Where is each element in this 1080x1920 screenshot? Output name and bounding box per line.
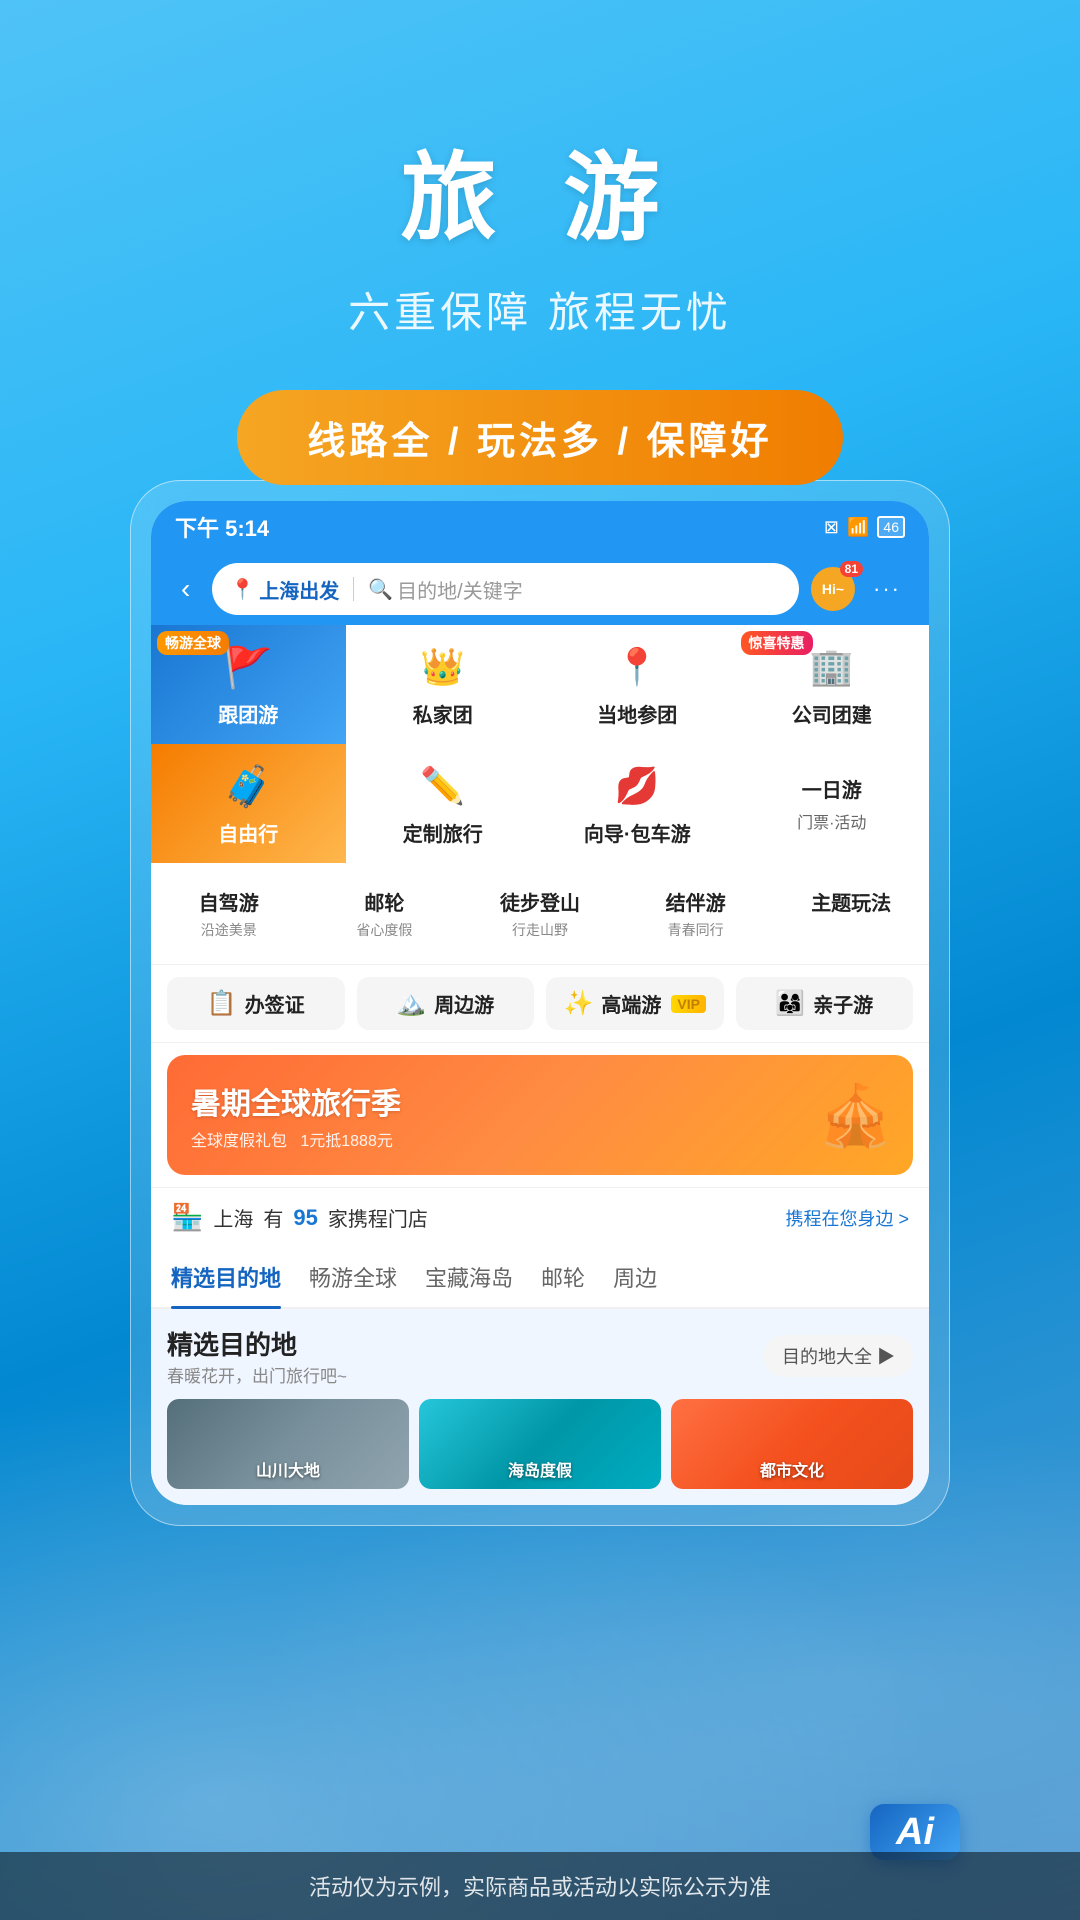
text-menu-row: 自驾游 沿途美景 邮轮 省心度假 徒步登山 行走山野 结伴游 青春同行 主题玩法 xyxy=(151,863,929,965)
menu-item-private-tour[interactable]: 👑 私家团 xyxy=(346,625,541,744)
free-travel-label: 自由行 xyxy=(218,818,278,847)
search-icon: 🔍 xyxy=(368,577,393,602)
quick-categories: 📋 办签证 🏔️ 周边游 ✨ 高端游 VIP 👨‍👩‍👧 亲子游 xyxy=(151,965,929,1043)
nav-actions: Hi~ 81 ··· xyxy=(811,567,909,611)
local-tour-label: 当地参团 xyxy=(597,699,677,728)
company-tour-tag: 惊喜特惠 xyxy=(741,631,813,655)
hero-title: 旅 游 xyxy=(0,120,1080,259)
menu-item-day-tour[interactable]: 一日游 门票·活动 xyxy=(735,744,930,863)
dest-beach[interactable]: 海岛度假 xyxy=(419,1399,661,1489)
self-drive-sub: 沿途美景 xyxy=(201,920,257,940)
quick-nearby[interactable]: 🏔️ 周边游 xyxy=(357,977,535,1030)
quick-visa[interactable]: 📋 办签证 xyxy=(167,977,345,1030)
tab-cruise[interactable]: 邮轮 xyxy=(541,1247,585,1307)
companion-sub: 青春同行 xyxy=(668,920,724,940)
group-tour-tag: 畅游全球 xyxy=(157,631,229,655)
menu-text-cruise[interactable]: 邮轮 省心度假 xyxy=(307,879,463,948)
featured-all-button[interactable]: 目的地大全 ▶ xyxy=(764,1335,913,1377)
nav-bar: ‹ 📍 上海出发 🔍 目的地/关键字 Hi~ 81 ··· xyxy=(151,553,929,625)
user-avatar[interactable]: Hi~ 81 xyxy=(811,567,855,611)
featured-subtitle: 春暖花开，出门旅行吧~ xyxy=(167,1362,347,1387)
menu-item-group-tour[interactable]: 畅游全球 🚩 跟团游 xyxy=(151,625,346,744)
theme-label: 主题玩法 xyxy=(811,887,891,916)
free-travel-icon: 🧳 xyxy=(222,760,274,812)
store-link[interactable]: 携程在您身边 > xyxy=(785,1205,909,1231)
more-button[interactable]: ··· xyxy=(865,572,909,606)
menu-item-free-travel[interactable]: 🧳 自由行 xyxy=(151,744,346,863)
search-departure: 📍 上海出发 xyxy=(230,575,339,604)
featured-header: 精选目的地 春暖花开，出门旅行吧~ 目的地大全 ▶ xyxy=(167,1325,913,1387)
search-destination-input[interactable]: 🔍 目的地/关键字 xyxy=(368,575,522,604)
menu-item-local-tour[interactable]: 📍 当地参团 xyxy=(540,625,735,744)
location-pin-icon: 📍 xyxy=(230,577,255,602)
search-bar[interactable]: 📍 上海出发 🔍 目的地/关键字 xyxy=(212,563,799,615)
dest-city[interactable]: 都市文化 xyxy=(671,1399,913,1489)
dest-mountain[interactable]: 山川大地 xyxy=(167,1399,409,1489)
company-tour-label: 公司团建 xyxy=(792,699,872,728)
menu-text-self-drive[interactable]: 自驾游 沿途美景 xyxy=(151,879,307,948)
group-tour-label: 跟团游 xyxy=(218,699,278,728)
menu-item-custom-travel[interactable]: ✏️ 定制旅行 xyxy=(346,744,541,863)
tab-global[interactable]: 畅游全球 xyxy=(309,1247,397,1307)
hiking-sub: 行走山野 xyxy=(512,920,568,940)
menu-text-theme[interactable]: 主题玩法 xyxy=(773,879,929,948)
back-button[interactable]: ‹ xyxy=(171,569,200,609)
menu-text-hiking[interactable]: 徒步登山 行走山野 xyxy=(462,879,618,948)
vip-badge: VIP xyxy=(671,995,706,1013)
phone-screen: 下午 5:14 ⊠ 📶 46 ‹ 📍 上海出发 🔍 目的地/关键字 xyxy=(151,501,929,1505)
visa-icon: 📋 xyxy=(207,989,237,1018)
banner-section: 暑期全球旅行季 全球度假礼包 1元抵1888元 🎪 xyxy=(151,1043,929,1187)
featured-section: 精选目的地 春暖花开，出门旅行吧~ 目的地大全 ▶ 山川大地 海岛度假 都市文化 xyxy=(151,1309,929,1505)
guide-car-icon: 💋 xyxy=(611,760,663,812)
notification-badge: 81 xyxy=(840,561,863,577)
private-tour-label: 私家团 xyxy=(413,699,473,728)
tabs-section: 精选目的地 畅游全球 宝藏海岛 邮轮 周边 xyxy=(151,1247,929,1309)
promo-banner[interactable]: 暑期全球旅行季 全球度假礼包 1元抵1888元 🎪 xyxy=(167,1055,913,1175)
day-tour-sublabel: 门票·活动 xyxy=(797,809,866,833)
hiking-label: 徒步登山 xyxy=(500,887,580,916)
cruise-sub: 省心度假 xyxy=(356,920,412,940)
tab-featured[interactable]: 精选目的地 xyxy=(171,1247,281,1307)
menu-item-company-tour[interactable]: 惊喜特惠 🏢 公司团建 xyxy=(735,625,930,744)
hero-subtitle: 六重保障 旅程无忧 xyxy=(0,279,1080,340)
day-tour-label: 一日游 xyxy=(802,774,862,803)
store-info: 🏪 上海 有 95 家携程门店 xyxy=(171,1202,428,1233)
guide-car-label: 向导·包车游 xyxy=(584,818,691,847)
phone-mockup: 下午 5:14 ⊠ 📶 46 ‹ 📍 上海出发 🔍 目的地/关键字 xyxy=(130,480,950,1526)
destination-images: 山川大地 海岛度假 都市文化 xyxy=(167,1399,913,1489)
banner-title: 暑期全球旅行季 xyxy=(191,1079,401,1123)
cruise-label: 邮轮 xyxy=(364,887,404,916)
banner-content: 暑期全球旅行季 全球度假礼包 1元抵1888元 xyxy=(191,1079,401,1151)
family-icon: 👨‍👩‍👧 xyxy=(775,989,805,1018)
self-drive-label: 自驾游 xyxy=(199,887,259,916)
menu-item-guide-car[interactable]: 💋 向导·包车游 xyxy=(540,744,735,863)
custom-travel-label: 定制旅行 xyxy=(403,818,483,847)
quick-luxury[interactable]: ✨ 高端游 VIP xyxy=(546,977,724,1030)
featured-title: 精选目的地 xyxy=(167,1325,347,1362)
store-count: 95 xyxy=(293,1205,317,1231)
companion-label: 结伴游 xyxy=(666,887,726,916)
private-tour-icon: 👑 xyxy=(417,641,469,693)
banner-sub: 全球度假礼包 1元抵1888元 xyxy=(191,1127,401,1151)
search-divider xyxy=(353,577,354,601)
tab-island[interactable]: 宝藏海岛 xyxy=(425,1247,513,1307)
nearby-icon: 🏔️ xyxy=(396,989,426,1018)
banner-decoration: 🎪 xyxy=(818,1080,893,1151)
footer-disclaimer: 活动仅为示例，实际商品或活动以实际公示为准 xyxy=(0,1852,1080,1920)
store-icon: 🏪 xyxy=(171,1202,203,1233)
tab-nearby[interactable]: 周边 xyxy=(613,1247,657,1307)
group-tour-icon: 🚩 xyxy=(222,641,274,693)
hero-badge: 线路全 / 玩法多 / 保障好 xyxy=(237,390,842,485)
hero-section: 旅 游 六重保障 旅程无忧 线路全 / 玩法多 / 保障好 xyxy=(0,0,1080,545)
store-row: 🏪 上海 有 95 家携程门店 携程在您身边 > xyxy=(151,1187,929,1247)
quick-family[interactable]: 👨‍👩‍👧 亲子游 xyxy=(736,977,914,1030)
menu-text-companion[interactable]: 结伴游 青春同行 xyxy=(618,879,774,948)
local-tour-icon: 📍 xyxy=(611,641,663,693)
company-tour-icon: 🏢 xyxy=(806,641,858,693)
luxury-icon: ✨ xyxy=(564,989,594,1018)
custom-travel-icon: ✏️ xyxy=(417,760,469,812)
menu-grid: 畅游全球 🚩 跟团游 👑 私家团 📍 当地参团 惊喜特惠 🏢 公司团建 🧳 自由… xyxy=(151,625,929,863)
